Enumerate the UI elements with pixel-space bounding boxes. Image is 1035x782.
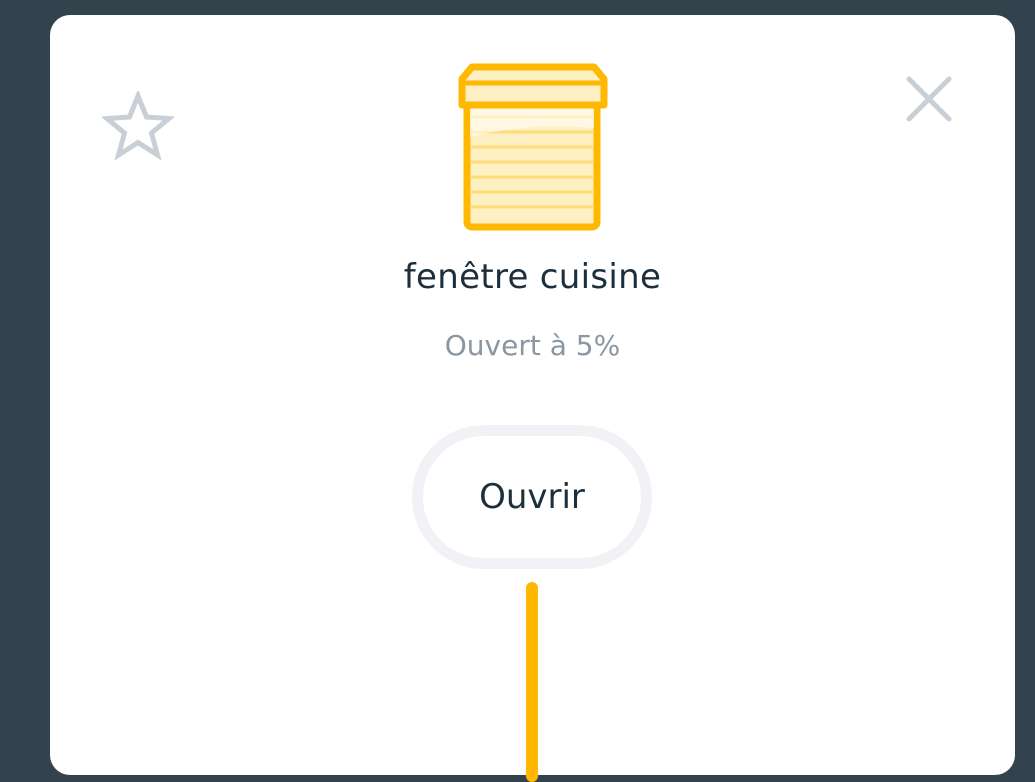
device-status: Ouvert à 5% — [444, 329, 621, 362]
device-modal: fenêtre cuisine Ouvert à 5% Ouvrir — [50, 15, 1015, 782]
star-icon — [100, 89, 176, 161]
close-button[interactable] — [903, 73, 955, 125]
close-icon — [906, 76, 952, 122]
open-button[interactable]: Ouvrir — [412, 425, 652, 569]
blind-icon — [458, 63, 608, 231]
position-slider[interactable] — [526, 582, 538, 782]
device-name: fenêtre cuisine — [403, 257, 662, 297]
favorite-button[interactable] — [100, 89, 176, 163]
